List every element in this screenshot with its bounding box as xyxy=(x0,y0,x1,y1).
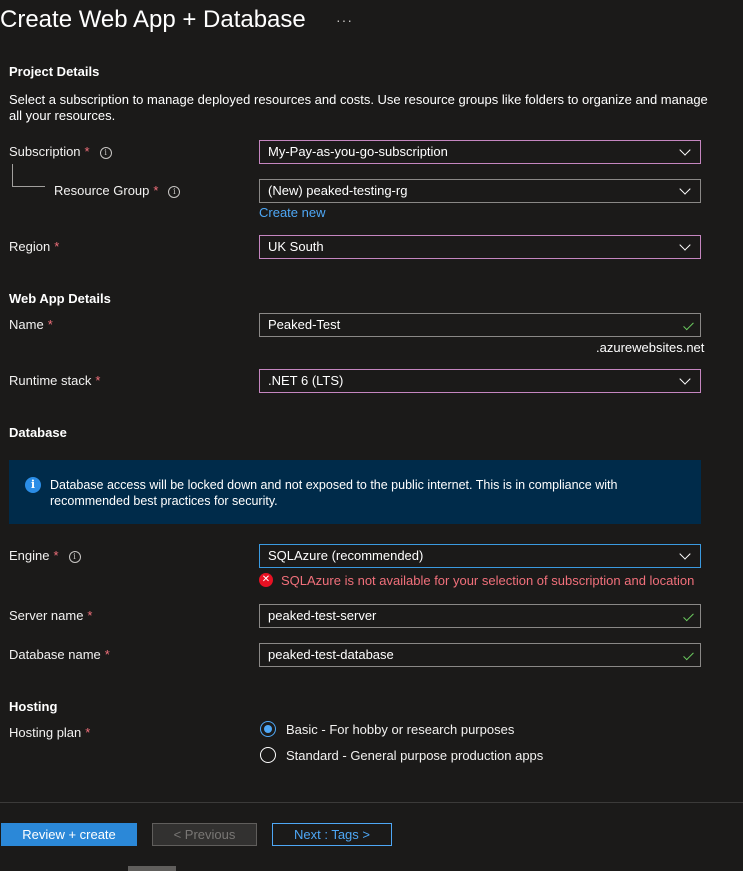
hosting-standard-label[interactable]: Standard - General purpose production ap… xyxy=(286,748,543,763)
info-icon[interactable]: i xyxy=(68,551,81,563)
required-marker: * xyxy=(85,725,91,740)
page-title: Create Web App + Database xyxy=(0,6,306,33)
server-name-label: Server name * xyxy=(9,608,93,623)
domain-suffix: .azurewebsites.net xyxy=(596,340,705,355)
required-marker: * xyxy=(104,647,110,662)
next-tags-button[interactable]: Next : Tags > xyxy=(272,823,392,846)
name-input[interactable]: Peaked-Test xyxy=(259,313,701,337)
runtime-stack-label: Runtime stack * xyxy=(9,373,101,388)
required-marker: * xyxy=(87,608,93,623)
subscription-label: Subscription * i xyxy=(9,144,112,159)
database-name-label: Database name * xyxy=(9,647,110,662)
resource-group-dropdown[interactable]: (New) peaked-testing-rg xyxy=(259,179,701,203)
tree-connector xyxy=(12,164,13,186)
server-name-input[interactable]: peaked-test-server xyxy=(259,604,701,628)
name-label: Name * xyxy=(9,317,53,332)
database-heading: Database xyxy=(9,425,67,440)
required-marker: * xyxy=(54,239,60,254)
checkmark-icon xyxy=(683,649,694,661)
chevron-down-icon xyxy=(679,548,691,560)
chevron-down-icon xyxy=(679,239,691,251)
required-marker: * xyxy=(47,317,53,332)
chevron-down-icon xyxy=(679,144,691,156)
project-details-description: Select a subscription to manage deployed… xyxy=(9,92,708,123)
info-icon[interactable]: i xyxy=(99,147,112,159)
resource-group-label: Resource Group * i xyxy=(54,183,181,198)
footer-divider xyxy=(0,802,743,803)
hosting-standard-radio[interactable] xyxy=(260,747,276,763)
error-icon: ✕ xyxy=(259,573,273,587)
info-banner: i Database access will be locked down an… xyxy=(9,460,701,524)
chevron-down-icon xyxy=(679,183,691,195)
web-app-details-heading: Web App Details xyxy=(9,291,111,306)
checkmark-icon xyxy=(683,610,694,622)
engine-label: Engine * i xyxy=(9,548,81,563)
database-name-input[interactable]: peaked-test-database xyxy=(259,643,701,667)
checkmark-icon xyxy=(683,319,694,331)
info-banner-text: Database access will be locked down and … xyxy=(50,478,618,508)
hosting-basic-radio[interactable] xyxy=(260,721,276,737)
required-marker: * xyxy=(53,548,59,563)
runtime-stack-dropdown[interactable]: .NET 6 (LTS) xyxy=(259,369,701,393)
required-marker: * xyxy=(153,183,159,198)
chevron-down-icon xyxy=(679,373,691,385)
info-icon: i xyxy=(25,477,41,493)
previous-button[interactable]: < Previous xyxy=(152,823,257,846)
engine-error-message: SQLAzure is not available for your selec… xyxy=(281,573,695,588)
hosting-basic-label[interactable]: Basic - For hobby or research purposes xyxy=(286,722,514,737)
create-new-link[interactable]: Create new xyxy=(259,205,325,220)
required-marker: * xyxy=(95,373,101,388)
hosting-heading: Hosting xyxy=(9,699,58,714)
info-icon[interactable]: i xyxy=(168,186,181,198)
region-dropdown[interactable]: UK South xyxy=(259,235,701,259)
tree-connector xyxy=(12,186,45,187)
region-label: Region * xyxy=(9,239,60,254)
more-options-button[interactable]: ··· xyxy=(336,12,353,28)
project-details-heading: Project Details xyxy=(9,64,100,79)
horizontal-scrollbar-thumb[interactable] xyxy=(128,866,176,871)
required-marker: * xyxy=(84,144,90,159)
engine-dropdown[interactable]: SQLAzure (recommended) xyxy=(259,544,701,568)
subscription-dropdown[interactable]: My-Pay-as-you-go-subscription xyxy=(259,140,701,164)
review-create-button[interactable]: Review + create xyxy=(1,823,137,846)
hosting-plan-label: Hosting plan * xyxy=(9,725,91,740)
